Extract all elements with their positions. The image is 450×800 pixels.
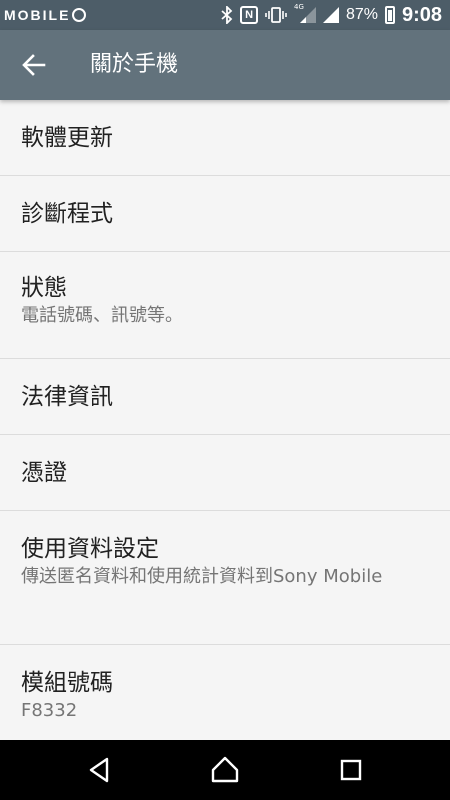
- wifi-signal-icon: [322, 7, 339, 23]
- status-bar: MOBILE N 4G 87% 9:08: [0, 0, 450, 30]
- list-item-subtitle: 傳送匿名資料和使用統計資料到Sony Mobile: [21, 566, 383, 587]
- vibrate-icon: [265, 6, 287, 24]
- list-item-subtitle: 電話號碼、訊號等。: [21, 305, 183, 326]
- list-item-status[interactable]: 狀態 電話號碼、訊號等。: [0, 252, 450, 359]
- clock: 9:08: [401, 3, 442, 26]
- list-item-model-number[interactable]: 模組號碼 F8332: [0, 645, 450, 745]
- battery-percent: 87%: [345, 6, 378, 23]
- nfc-icon: N: [240, 6, 259, 24]
- list-item-legal-info[interactable]: 法律資訊: [0, 359, 450, 435]
- battery-icon: [384, 6, 395, 24]
- recents-icon[interactable]: [336, 755, 366, 785]
- brand-logo-icon: [72, 8, 87, 22]
- app-bar: 關於手機: [0, 30, 450, 100]
- brand-watermark: MOBILE: [4, 5, 87, 25]
- list-item-title: 使用資料設定: [21, 536, 159, 562]
- list-item-subtitle: F8332: [21, 700, 78, 721]
- list-item-title: 法律資訊: [21, 383, 113, 410]
- brand-text: MOBILE: [4, 7, 71, 23]
- list-item-title: 診斷程式: [21, 200, 113, 227]
- network-type-label: 4G: [294, 3, 304, 11]
- list-item-title: 模組號碼: [21, 670, 113, 696]
- mobile-signal-icon: 4G: [294, 3, 316, 23]
- list-item-software-update[interactable]: 軟體更新: [0, 100, 450, 176]
- list-item-certificates[interactable]: 憑證: [0, 435, 450, 511]
- list-item-diagnostics[interactable]: 診斷程式: [0, 176, 450, 252]
- list-item-title: 狀態: [21, 275, 67, 301]
- navigation-bar: [0, 740, 450, 800]
- bluetooth-icon: [221, 6, 233, 24]
- home-icon[interactable]: [210, 755, 240, 785]
- status-icons: N 4G 87% 9:08: [221, 0, 442, 30]
- list-item-usage-data-settings[interactable]: 使用資料設定 傳送匿名資料和使用統計資料到Sony Mobile: [0, 511, 450, 645]
- list-item-title: 憑證: [21, 459, 67, 486]
- settings-list: 軟體更新 診斷程式 狀態 電話號碼、訊號等。 法律資訊 憑證 使用資料設定 傳送…: [0, 100, 450, 745]
- back-triangle-icon[interactable]: [85, 755, 115, 785]
- page-title: 關於手機: [90, 52, 179, 77]
- list-item-title: 軟體更新: [21, 124, 113, 151]
- arrow-back-icon[interactable]: [20, 51, 48, 79]
